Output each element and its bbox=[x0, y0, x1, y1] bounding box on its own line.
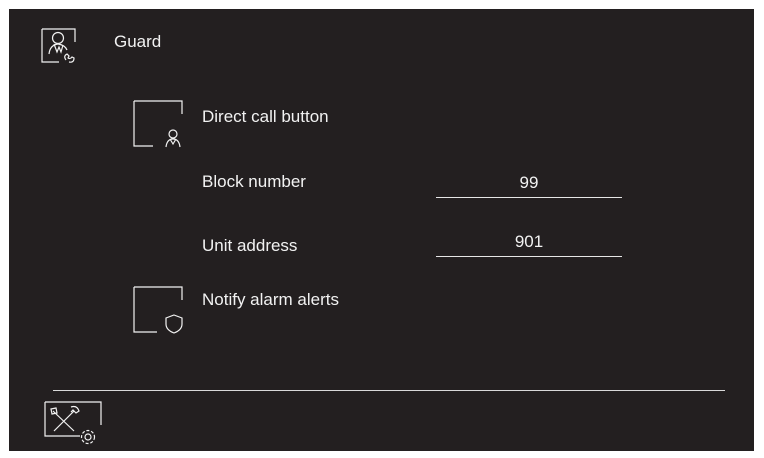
guard-phone-icon[interactable] bbox=[41, 28, 77, 64]
block-number-label: Block number bbox=[202, 172, 306, 191]
footer-divider bbox=[53, 390, 725, 391]
page-title: Guard bbox=[114, 32, 162, 51]
unit-address-label: Unit address bbox=[202, 236, 298, 255]
guard-person-icon[interactable] bbox=[133, 100, 183, 148]
notify-alarm-alerts-label[interactable]: Notify alarm alerts bbox=[202, 290, 339, 310]
block-number-field[interactable]: 99 bbox=[436, 173, 622, 198]
shield-icon[interactable] bbox=[133, 286, 183, 334]
direct-call-button-label[interactable]: Direct call button bbox=[202, 107, 329, 127]
tools-settings-icon[interactable] bbox=[44, 401, 104, 447]
guard-settings-screen: Guard Direct call button Block number 99… bbox=[9, 9, 754, 451]
unit-address-field[interactable]: 901 bbox=[436, 232, 622, 257]
